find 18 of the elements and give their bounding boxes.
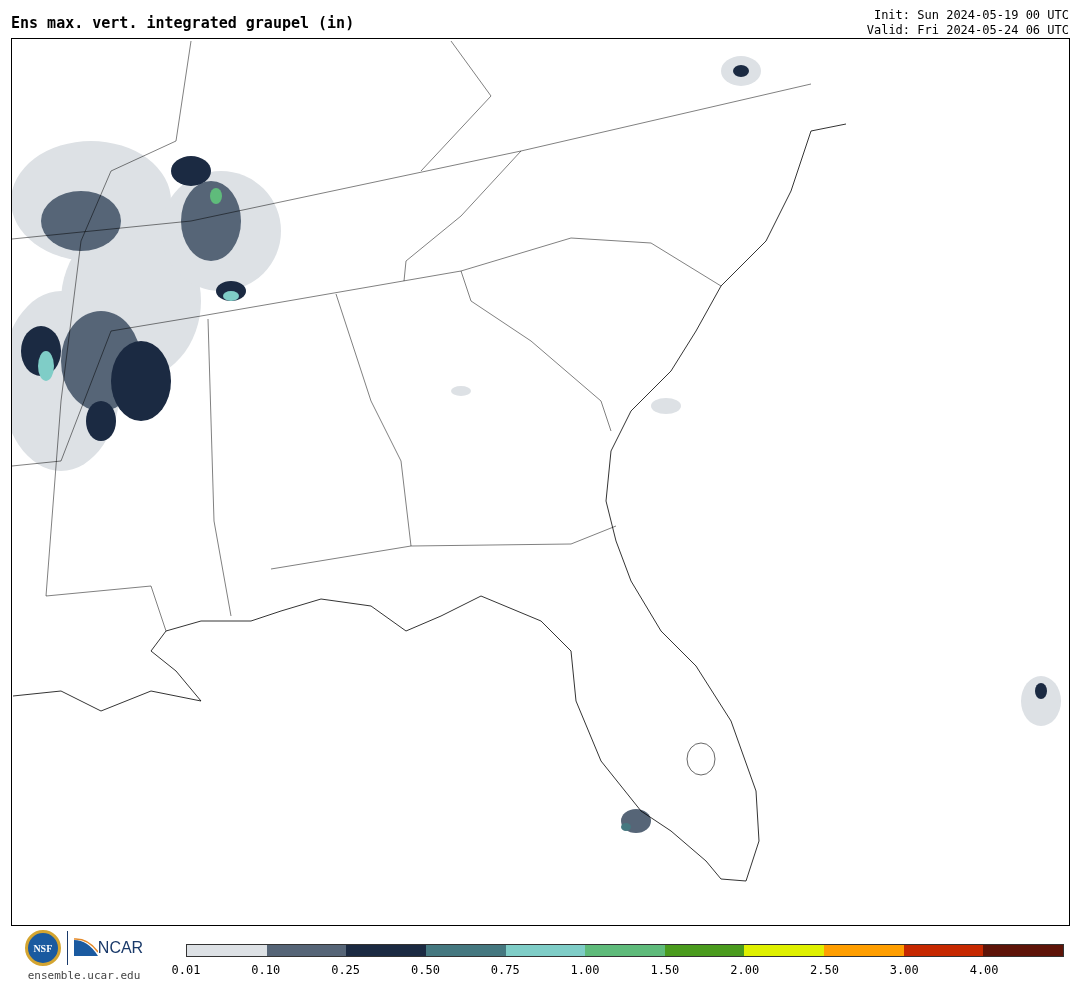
- website-url: ensemble.ucar.edu: [27, 968, 141, 984]
- scale-label: 4.00: [969, 962, 999, 979]
- scale-label: 0.75: [490, 962, 520, 979]
- nsf-logo: NSF: [24, 930, 61, 966]
- scale-label: 0.01: [171, 962, 201, 979]
- valid-time: Valid: Fri 2024-05-24 06 UTC: [866, 23, 1069, 38]
- scale-label: 1.00: [570, 962, 600, 979]
- scale-label: 3.00: [889, 962, 919, 979]
- chart-title: Ens max. vert. integrated graupel (in): [11, 12, 355, 34]
- scale-label: 0.25: [331, 962, 361, 979]
- init-time: Init: Sun 2024-05-19 00 UTC: [873, 8, 1069, 23]
- scale-label: 2.50: [810, 962, 839, 979]
- scale-label: 0.10: [251, 962, 281, 979]
- ncar-swoosh-icon: [73, 938, 98, 958]
- scale-label: 1.50: [650, 962, 680, 979]
- scale-label: 2.00: [730, 962, 760, 979]
- scale-label: 0.50: [411, 962, 440, 979]
- ncar-logo: NCAR: [97, 938, 144, 958]
